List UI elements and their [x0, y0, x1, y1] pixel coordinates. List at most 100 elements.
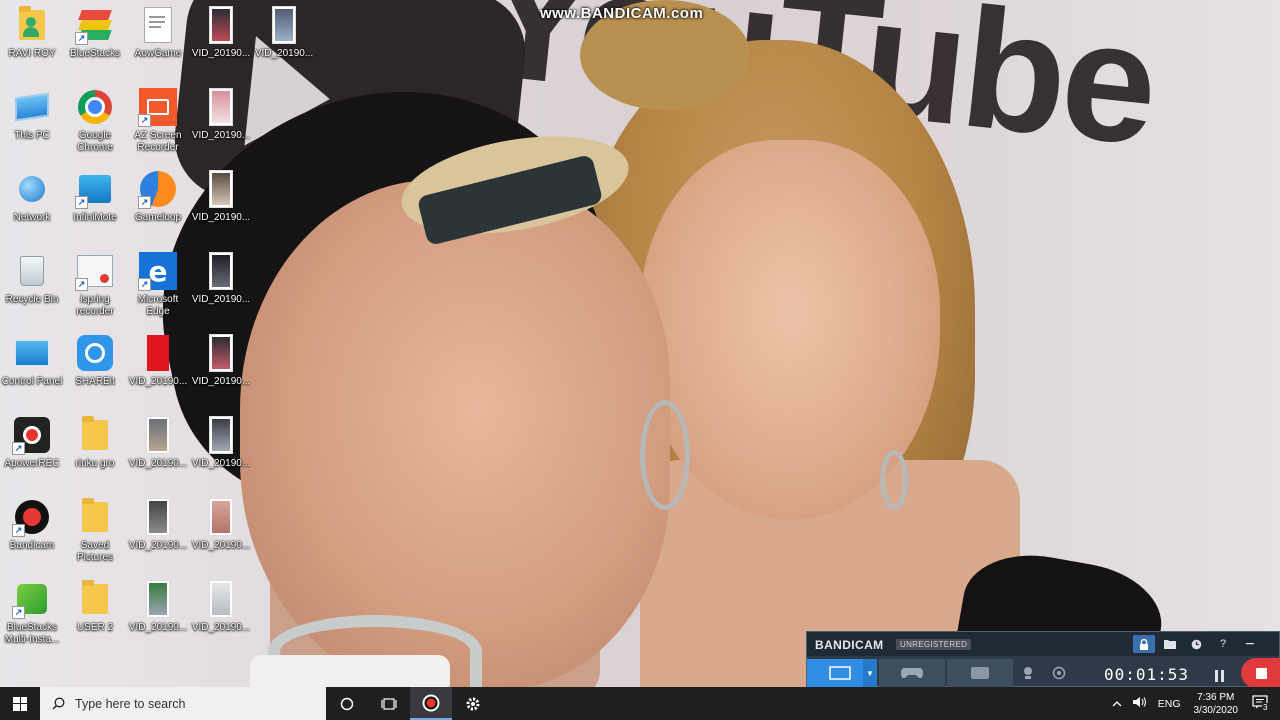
taskbar-search-box[interactable]: Type here to search [40, 687, 326, 720]
apowerrec-icon: ↗ [12, 415, 52, 455]
bandicam-logo: BANDICAM [815, 638, 884, 652]
chevron-down-icon[interactable]: ▼ [863, 659, 877, 687]
icon-label: VID_20190... [191, 458, 251, 469]
wallpaper-shirt-shape [250, 655, 450, 687]
video-thumbnail-icon [201, 251, 241, 291]
desktop-icon-ispring-recorder[interactable]: ↗ ispring recorder [63, 251, 127, 318]
language-indicator[interactable]: ENG [1153, 698, 1186, 710]
icon-label: BlueStacks Multi-Insta... [4, 622, 60, 645]
network-icon [12, 169, 52, 209]
edge-icon: e ↗ [138, 251, 178, 291]
task-view-button[interactable] [368, 687, 410, 720]
folder-icon[interactable] [1159, 635, 1181, 653]
wallpaper-face-shape [240, 180, 670, 687]
az-recorder-icon: ↗ [138, 87, 178, 127]
minimize-icon[interactable] [1239, 635, 1261, 653]
taskbar-clock[interactable]: 7:36 PM 3/30/2020 [1186, 691, 1247, 717]
bandicam-titlebar[interactable]: BANDICAM UNREGISTERED ? [807, 632, 1279, 656]
webcam-icon[interactable] [1017, 660, 1039, 686]
bandicam-watermark: www.BANDICAM.com [540, 5, 704, 22]
taskbar-settings-button[interactable] [452, 687, 494, 720]
icon-label: Recycle Bin [5, 294, 59, 305]
desktop-icon-video[interactable]: VID_20190... [126, 415, 190, 470]
desktop-icon-video[interactable]: VID_20190... [189, 87, 253, 142]
desktop-icon-control-panel[interactable]: Control Panel [0, 333, 64, 388]
desktop-icon-ravi-roy[interactable]: RAVI ROY [0, 5, 64, 60]
bandicam-panel[interactable]: BANDICAM UNREGISTERED ? ▼ 00:01:53 [806, 631, 1280, 688]
clock-time: 7:36 PM [1197, 691, 1235, 703]
lock-icon[interactable] [1133, 635, 1155, 653]
icon-label: SHAREit [75, 376, 115, 387]
wallpaper-earring-shape [880, 450, 908, 510]
computer-icon [12, 87, 52, 127]
video-thumbnail-icon [138, 415, 178, 455]
desktop-icon-bluestacks[interactable]: ↗ BlueStacks [63, 5, 127, 60]
taskbar-bandicam-button[interactable] [410, 687, 452, 720]
icon-label: VID_20190... [191, 212, 251, 223]
desktop-icon-video[interactable]: VID_20190... [126, 333, 190, 388]
icon-label: VID_20190... [128, 376, 188, 387]
action-center-button[interactable]: 3 [1246, 695, 1280, 712]
desktop-icon-az-screen-recorder[interactable]: ↗ AZ Screen Recorder [126, 87, 190, 154]
desktop-icon-rinku-gro[interactable]: rinku gro [63, 415, 127, 470]
video-thumbnail-icon [201, 5, 241, 45]
desktop-icon-aowgame[interactable]: AowGame [126, 5, 190, 60]
desktop-icon-this-pc[interactable]: This PC [0, 87, 64, 142]
folder-icon [75, 579, 115, 619]
desktop-icon-bluestacks-multi[interactable]: ↗ BlueStacks Multi-Insta... [0, 579, 64, 646]
desktop-icon-user-2[interactable]: USER 2 [63, 579, 127, 634]
pause-icon[interactable] [1214, 670, 1226, 682]
desktop-icon-video[interactable]: VID_20190... [189, 415, 253, 470]
icon-label: ispring recorder [76, 294, 114, 317]
desktop-icon-apowerrec[interactable]: ↗ ApowerREC [0, 415, 64, 470]
desktop-icon-shareit[interactable]: SHAREit [63, 333, 127, 388]
desktop-icon-video[interactable]: VID_20190... [189, 579, 253, 634]
desktop-icon-video[interactable]: VID_20190... [189, 169, 253, 224]
system-tray: ENG 7:36 PM 3/30/2020 3 [1107, 687, 1280, 720]
stop-record-button[interactable] [1241, 658, 1280, 688]
desktop-icon-saved-pictures[interactable]: Saved Pictures [63, 497, 127, 564]
game-record-mode-button[interactable] [879, 659, 945, 687]
recycle-bin-icon [12, 251, 52, 291]
video-thumbnail-icon [201, 579, 241, 619]
device-record-mode-button[interactable] [947, 659, 1013, 687]
desktop-icon-video[interactable]: VID_20190... [126, 497, 190, 552]
desktop-icon-gameloop[interactable]: ↗ Gameloop [126, 169, 190, 224]
desktop-icon-video[interactable]: VID_20190... [189, 251, 253, 306]
help-button[interactable]: ? [1212, 635, 1234, 653]
desktop-icon-video[interactable]: VID_20190... [126, 579, 190, 634]
desktop-icon-recycle-bin[interactable]: Recycle Bin [0, 251, 64, 306]
icon-label: VID_20190... [128, 540, 188, 551]
cortana-button[interactable] [326, 687, 368, 720]
icon-label: AZ Screen Recorder [134, 130, 182, 153]
notification-count: 3 [1262, 703, 1269, 712]
desktop-icon-microsoft-edge[interactable]: e ↗ Microsoft Edge [126, 251, 190, 318]
taskbar: Type here to search ENG 7:36 PM 3/30/202… [0, 687, 1280, 720]
show-hidden-icons-button[interactable] [1107, 698, 1127, 710]
icon-label: Google Chrome [77, 130, 113, 153]
video-thumbnail-icon [138, 333, 178, 373]
desktop-icon-google-chrome[interactable]: Google Chrome [63, 87, 127, 154]
icon-label: This PC [14, 130, 50, 141]
volume-icon [1132, 697, 1146, 707]
icon-label: VID_20190... [191, 622, 251, 633]
icon-label: USER 2 [76, 622, 114, 633]
shareit-icon [75, 333, 115, 373]
cortana-icon [340, 697, 354, 710]
desktop-icon-infinimote[interactable]: ↗ InfiniMote [63, 169, 127, 224]
desktop-icon-bandicam[interactable]: ↗ Bandicam [0, 497, 64, 552]
desktop-icon-video[interactable]: VID_20190... [189, 333, 253, 388]
bandicam-icon: ↗ [12, 497, 52, 537]
desktop-icon-video[interactable]: VID_20190... [189, 5, 253, 60]
clock-icon[interactable] [1185, 635, 1207, 653]
video-thumbnail-icon [138, 497, 178, 537]
desktop-icon-video[interactable]: VID_20190... [252, 5, 316, 60]
desktop-icon-network[interactable]: Network [0, 169, 64, 224]
gameloop-icon: ↗ [138, 169, 178, 209]
desktop-icon-video[interactable]: VID_20190... [189, 497, 253, 552]
chrome-icon [75, 87, 115, 127]
start-button[interactable] [0, 687, 40, 720]
screenshot-icon[interactable] [1047, 660, 1071, 686]
volume-button[interactable] [1127, 696, 1153, 711]
bluestacks-icon: ↗ [75, 5, 115, 45]
